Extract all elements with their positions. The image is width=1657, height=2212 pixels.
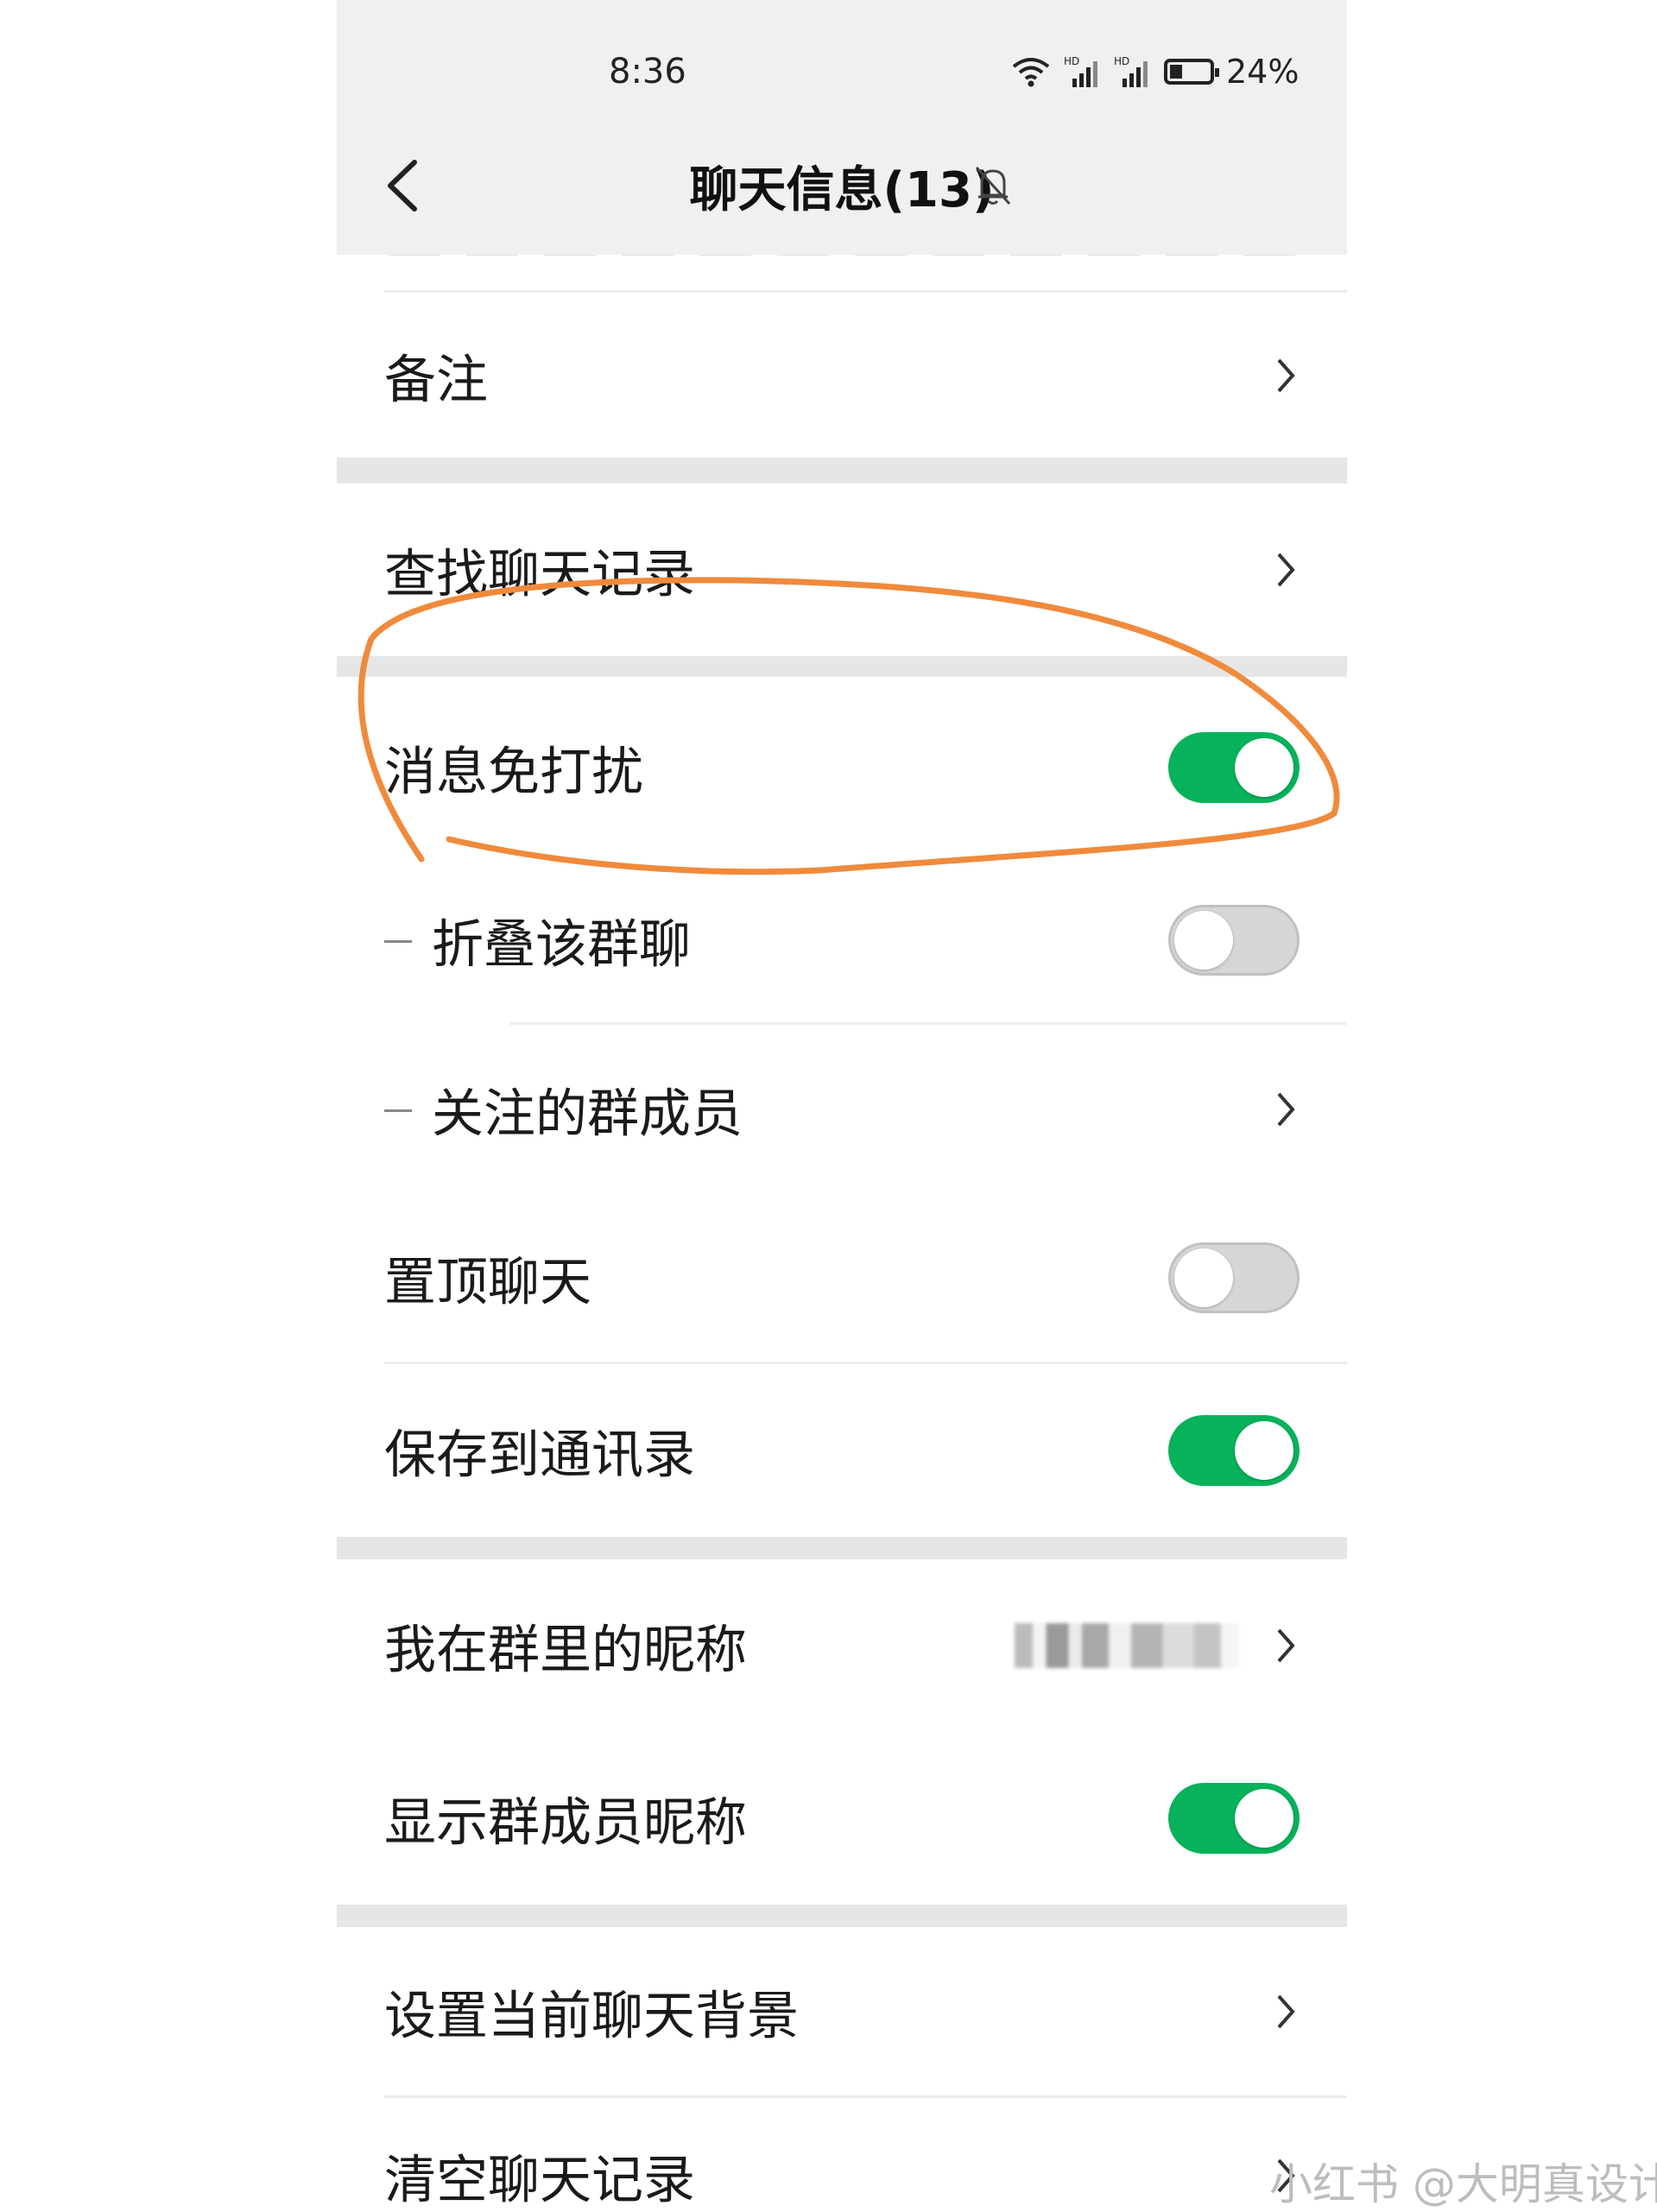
row-my-nickname[interactable]: 我在群里的昵称 xyxy=(337,1559,1347,1732)
toggle-knob xyxy=(1235,1789,1293,1848)
chevron-right-icon xyxy=(1277,1994,1295,2028)
blurred-nickname-value xyxy=(1015,1623,1239,1668)
chevron-right-icon xyxy=(1277,1092,1295,1126)
mute-bell-icon xyxy=(975,166,1011,205)
section-gap xyxy=(337,1905,1347,1927)
status-indicators: HD HD 24% xyxy=(1010,50,1299,93)
signal-icon: HD xyxy=(1064,55,1097,87)
status-time: 8:36 xyxy=(609,52,686,92)
row-label: 查找聊天记录 xyxy=(384,544,695,605)
section-gap xyxy=(337,656,1347,677)
row-label: 显示群成员昵称 xyxy=(384,1792,747,1854)
toggle-knob xyxy=(1174,911,1233,970)
show-nicknames-toggle[interactable] xyxy=(1168,1783,1300,1854)
chevron-right-icon xyxy=(1277,553,1295,587)
row-label: 消息免打扰 xyxy=(384,742,643,803)
wifi-icon xyxy=(1012,58,1050,87)
row-search-history[interactable]: 查找聊天记录 xyxy=(337,483,1347,656)
row-clear-history[interactable]: 清空聊天记录 xyxy=(337,2098,1347,2210)
do-not-disturb-toggle[interactable] xyxy=(1168,732,1300,803)
row-pin-chat[interactable]: 置顶聊天 xyxy=(337,1193,1347,1362)
dash-icon xyxy=(384,940,412,943)
save-to-contacts-toggle[interactable] xyxy=(1168,1415,1300,1486)
row-remark[interactable]: 备注 xyxy=(337,294,1347,458)
page-title: 聊天信息(13) xyxy=(689,162,995,218)
row-label: 我在群里的昵称 xyxy=(384,1620,747,1681)
dash-icon xyxy=(384,1109,412,1112)
row-followed-members[interactable]: 关注的群成员 xyxy=(337,1025,1347,1193)
top-bar: 8:36 HD HD 24% 聊天信息(13) xyxy=(337,0,1347,255)
section-gap xyxy=(337,458,1347,483)
network-badge-2: HD xyxy=(1114,55,1129,67)
row-label: 清空聊天记录 xyxy=(384,2150,695,2211)
divider xyxy=(384,290,1347,293)
battery-icon xyxy=(1164,59,1219,85)
battery-percent: 24% xyxy=(1226,53,1300,91)
fold-chat-toggle[interactable] xyxy=(1168,905,1300,976)
chevron-right-icon xyxy=(1277,1628,1295,1663)
toggle-knob xyxy=(1235,1421,1293,1480)
toggle-knob xyxy=(1174,1248,1233,1307)
row-save-to-contacts[interactable]: 保存到通讯录 xyxy=(337,1364,1347,1537)
row-label: 保存到通讯录 xyxy=(384,1425,695,1486)
row-label: 折叠该群聊 xyxy=(432,914,691,976)
row-do-not-disturb[interactable]: 消息免打扰 xyxy=(337,677,1347,858)
signal-icon-2: HD xyxy=(1114,55,1148,87)
row-label: 置顶聊天 xyxy=(384,1252,591,1312)
chevron-right-icon xyxy=(1277,358,1295,393)
network-badge: HD xyxy=(1064,55,1079,67)
row-chat-background[interactable]: 设置当前聊天背景 xyxy=(337,1927,1347,2095)
watermark-text: 小红书 @大明真设计 xyxy=(1269,2159,1657,2209)
row-show-member-nicknames[interactable]: 显示群成员昵称 xyxy=(337,1732,1347,1905)
phone-screen: 8:36 HD HD 24% 聊天信息(13) 备注 查找聊天记录 消息免打扰 … xyxy=(337,0,1347,2210)
row-label: 设置当前聊天背景 xyxy=(384,1986,799,2046)
row-label: 关注的群成员 xyxy=(432,1084,743,1144)
section-gap xyxy=(337,1537,1347,1559)
row-fold-chat[interactable]: 折叠该群聊 xyxy=(337,858,1347,1022)
row-label: 备注 xyxy=(384,350,488,411)
pin-chat-toggle[interactable] xyxy=(1168,1242,1300,1313)
toggle-knob xyxy=(1235,738,1293,797)
